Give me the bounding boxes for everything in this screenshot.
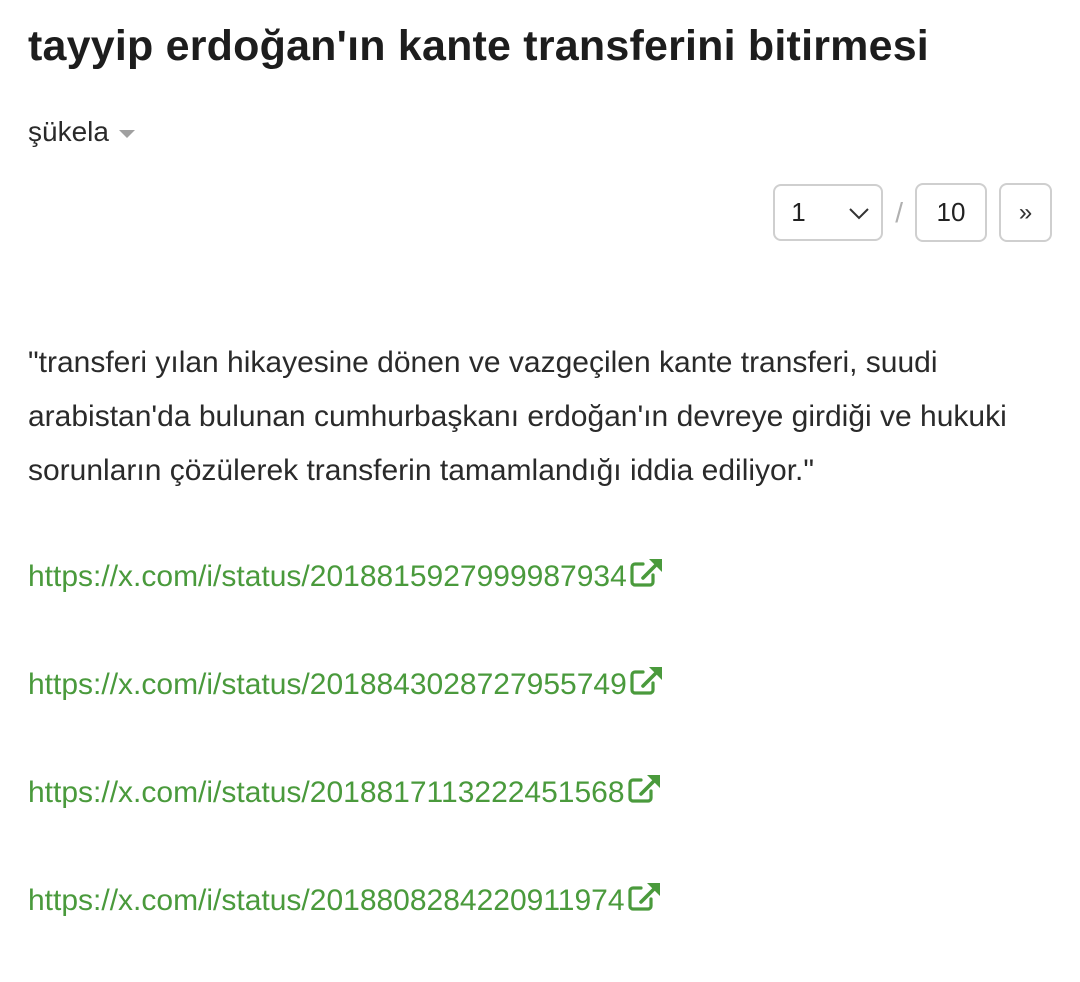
list-item: https://x.com/i/status/20188430287279557… [28, 658, 663, 766]
last-page-button[interactable]: 10 [915, 183, 987, 242]
pager: 1 / 10 » [773, 183, 1052, 242]
status-link-text: https://x.com/i/status/20188430287279557… [28, 668, 627, 701]
status-link-text: https://x.com/i/status/20188171132224515… [28, 776, 625, 809]
status-link[interactable]: https://x.com/i/status/20188159279999879… [28, 550, 663, 604]
current-page-value: 1 [791, 197, 806, 227]
caret-down-icon [118, 130, 135, 138]
status-link-text: https://x.com/i/status/20188082842209119… [28, 884, 625, 917]
status-link[interactable]: https://x.com/i/status/20188430287279557… [28, 658, 663, 712]
sort-label: şükela [28, 116, 109, 147]
page-select[interactable]: 1 [773, 184, 884, 241]
status-link[interactable]: https://x.com/i/status/20188082842209119… [28, 874, 661, 928]
external-link-icon [630, 559, 662, 587]
entry-text: "transferi yılan hikayesine dönen ve vaz… [28, 346, 1007, 487]
list-item: https://x.com/i/status/20188171132224515… [28, 766, 663, 874]
list-item: https://x.com/i/status/20188159279999879… [28, 550, 663, 658]
list-item: https://x.com/i/status/20188082842209119… [28, 874, 663, 982]
entry-links: https://x.com/i/status/20188159279999879… [28, 550, 663, 982]
pager-separator: / [895, 196, 903, 228]
external-link-icon [627, 775, 660, 803]
topic-title[interactable]: tayyip erdoğan'ın kante transferini biti… [28, 22, 929, 71]
status-link[interactable]: https://x.com/i/status/20188171132224515… [28, 766, 661, 820]
status-link-text: https://x.com/i/status/20188159279999879… [28, 560, 627, 593]
external-link-icon [630, 667, 662, 695]
next-page-button[interactable]: » [999, 183, 1052, 242]
topic-page: tayyip erdoğan'ın kante transferini biti… [0, 0, 1080, 948]
chevron-down-icon [849, 207, 869, 219]
external-link-icon [627, 883, 660, 911]
sort-dropdown[interactable]: şükela [28, 116, 135, 148]
